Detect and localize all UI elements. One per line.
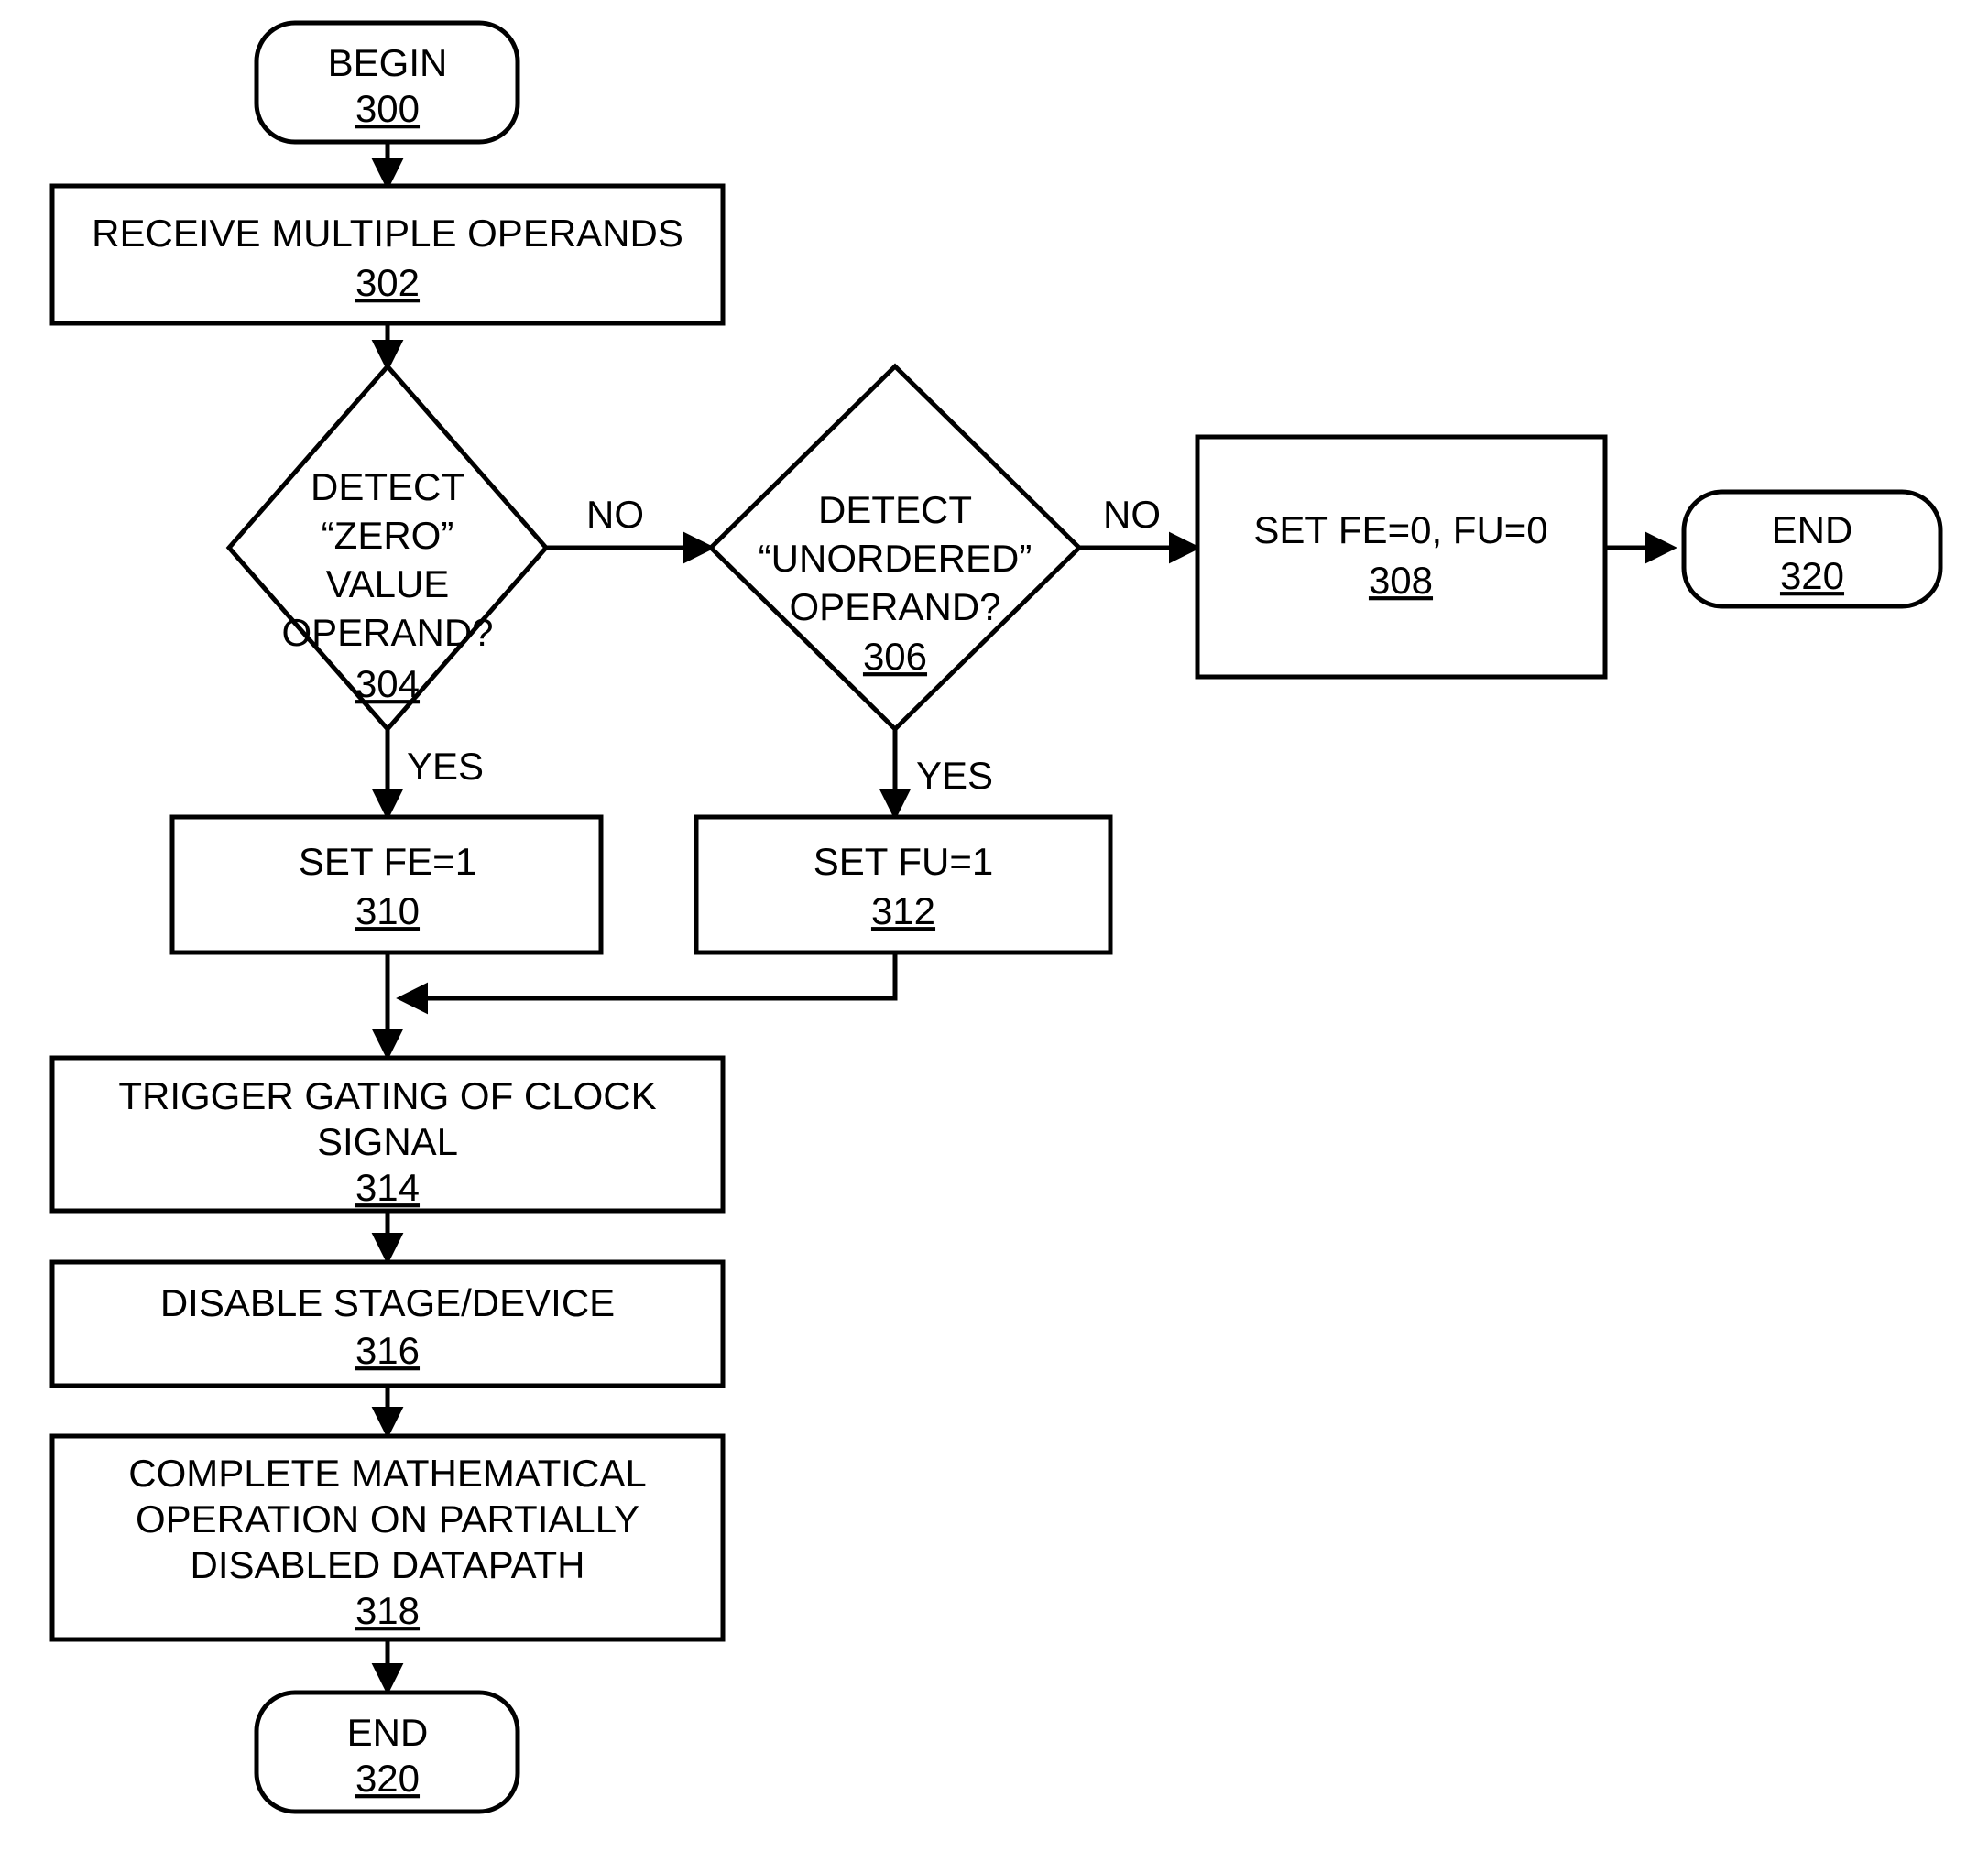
complete-math-318-line-2: OPERATION ON PARTIALLY (136, 1497, 639, 1541)
edge-label-zero-yes: YES (407, 745, 484, 788)
detect-zero-304-line-1: DETECT (311, 465, 464, 508)
begin-300-ref: 300 (355, 87, 420, 130)
receive-302-label: RECEIVE MULTIPLE OPERANDS (92, 212, 683, 255)
node-detect-zero-304[interactable]: DETECT “ZERO” VALUE OPERAND? 304 (225, 363, 550, 733)
disable-stage-316-ref: 316 (355, 1329, 420, 1372)
complete-math-318-ref: 318 (355, 1589, 420, 1632)
detect-unordered-306-line-2: “UNORDERED” (759, 537, 1032, 580)
node-set-fu1-312[interactable]: SET FU=1 312 (694, 814, 1113, 955)
edge-label-unordered-no: NO (1103, 493, 1161, 536)
trigger-gating-314-line-2: SIGNAL (317, 1120, 458, 1163)
detect-unordered-306-line-3: OPERAND? (789, 585, 1000, 628)
complete-math-318-line-1: COMPLETE MATHEMATICAL (128, 1452, 647, 1495)
node-complete-math-318[interactable]: COMPLETE MATHEMATICAL OPERATION ON PARTI… (49, 1433, 726, 1642)
end-320-bottom-label: END (347, 1711, 429, 1754)
set-fe1-310-label: SET FE=1 (299, 840, 476, 883)
edge-set-fu1-to-junction (396, 953, 898, 1015)
trigger-gating-314-ref: 314 (355, 1166, 420, 1209)
node-detect-unordered-306[interactable]: DETECT “UNORDERED” OPERAND? 306 (707, 363, 1083, 733)
detect-zero-304-line-4: OPERAND? (281, 611, 493, 654)
detect-zero-304-line-3: VALUE (326, 562, 450, 605)
begin-300-label: BEGIN (328, 41, 448, 84)
node-receive-302[interactable]: RECEIVE MULTIPLE OPERANDS 302 (49, 183, 726, 326)
complete-math-318-line-3: DISABLED DATAPATH (191, 1543, 585, 1586)
set-fe0-fu0-308-shape (1195, 434, 1608, 680)
set-fu1-312-label: SET FU=1 (814, 840, 993, 883)
node-set-fe0-fu0-308[interactable]: SET FE=0, FU=0 308 (1195, 434, 1608, 680)
node-begin-300[interactable]: BEGIN 300 (254, 20, 520, 145)
flowchart-figure: BEGIN 300 RECEIVE MULTIPLE OPERANDS 302 … (0, 0, 1988, 1851)
edge-label-zero-no: NO (586, 493, 644, 536)
end-320-bottom-ref: 320 (355, 1757, 420, 1800)
node-set-fe1-310[interactable]: SET FE=1 310 (169, 814, 604, 955)
node-end-320-right[interactable]: END 320 (1681, 489, 1943, 609)
detect-unordered-306-line-1: DETECT (818, 488, 972, 531)
set-fe1-310-ref: 310 (355, 889, 420, 932)
flowchart-canvas: BEGIN 300 RECEIVE MULTIPLE OPERANDS 302 … (49, 20, 1943, 1814)
node-disable-stage-316[interactable]: DISABLE STAGE/DEVICE 316 (49, 1259, 726, 1388)
set-fu1-312-ref: 312 (871, 889, 935, 932)
detect-unordered-306-ref: 306 (863, 635, 927, 678)
detect-zero-304-line-2: “ZERO” (322, 514, 454, 557)
edge-label-unordered-yes: YES (916, 754, 993, 797)
set-fe0-fu0-308-ref: 308 (1369, 559, 1433, 602)
end-320-right-label: END (1772, 508, 1853, 551)
trigger-gating-314-line-1: TRIGGER GATING OF CLOCK (118, 1074, 656, 1117)
set-fe0-fu0-308-label: SET FE=0, FU=0 (1253, 508, 1547, 551)
detect-zero-304-ref: 304 (355, 662, 420, 705)
node-end-320-bottom[interactable]: END 320 (254, 1690, 520, 1814)
node-trigger-gating-314[interactable]: TRIGGER GATING OF CLOCK SIGNAL 314 (49, 1055, 726, 1214)
end-320-right-ref: 320 (1780, 554, 1844, 597)
disable-stage-316-label: DISABLE STAGE/DEVICE (160, 1281, 615, 1324)
receive-302-ref: 302 (355, 261, 420, 304)
